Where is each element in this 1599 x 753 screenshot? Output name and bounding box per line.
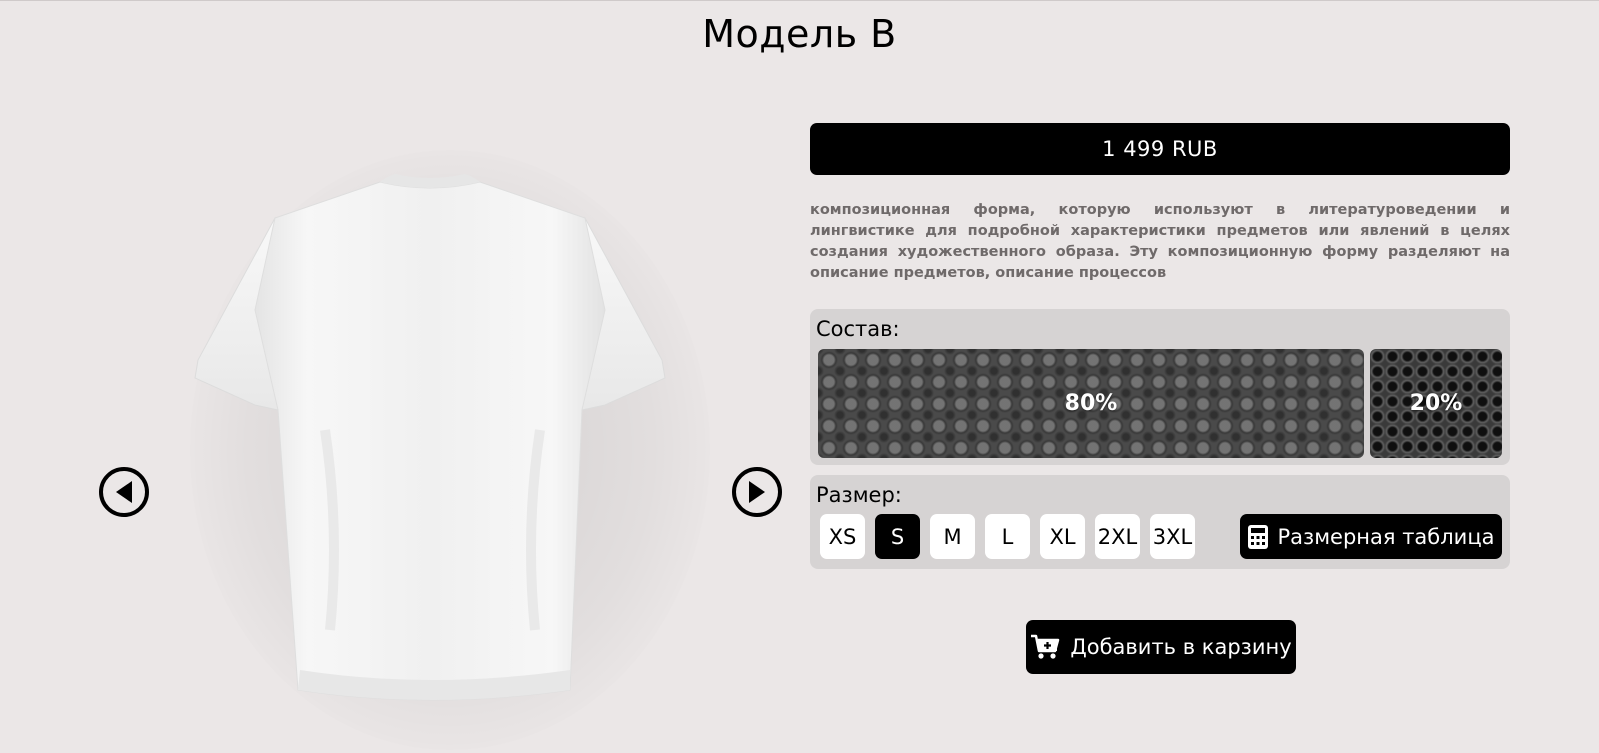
arrow-left-circle-icon — [116, 481, 132, 503]
composition-label: Состав: — [816, 317, 900, 341]
fabric-swatch-secondary: 20% — [1370, 349, 1502, 458]
fabric-swatch-primary: 80% — [818, 349, 1364, 458]
size-panel: Размер: XS S M L XL 2XL 3XL Размерная та… — [810, 475, 1510, 569]
page-title: Модель B — [702, 12, 897, 56]
composition-panel: Состав: 80% 20% — [810, 309, 1510, 465]
size-option-m[interactable]: M — [930, 514, 975, 559]
size-table-button[interactable]: Размерная таблица — [1240, 514, 1502, 559]
tshirt-image — [194, 174, 666, 701]
price-bar: 1 499 RUB — [810, 123, 1510, 175]
add-to-cart-button[interactable]: Добавить в карзину — [1026, 620, 1296, 674]
size-label: Размер: — [816, 483, 902, 507]
product-description: композиционная форма, которую используют… — [810, 202, 1510, 281]
arrow-right-circle-icon — [749, 481, 765, 503]
size-option-l[interactable]: L — [985, 514, 1030, 559]
size-option-2xl[interactable]: 2XL — [1095, 514, 1140, 559]
fabric-percent: 20% — [1409, 391, 1463, 416]
product-image — [150, 110, 750, 753]
calculator-icon — [1247, 524, 1268, 549]
next-image-button[interactable] — [732, 467, 782, 517]
size-table-label: Размерная таблица — [1277, 524, 1495, 549]
price-text: 1 499 RUB — [1102, 137, 1218, 161]
size-option-xl[interactable]: XL — [1040, 514, 1085, 559]
prev-image-button[interactable] — [99, 467, 149, 517]
size-option-xs[interactable]: XS — [820, 514, 865, 559]
cart-plus-icon — [1031, 634, 1060, 659]
add-to-cart-label: Добавить в карзину — [1070, 635, 1292, 659]
size-option-3xl[interactable]: 3XL — [1150, 514, 1195, 559]
size-option-s[interactable]: S — [875, 514, 920, 559]
top-divider — [0, 0, 1599, 1]
fabric-percent: 80% — [1064, 391, 1118, 416]
